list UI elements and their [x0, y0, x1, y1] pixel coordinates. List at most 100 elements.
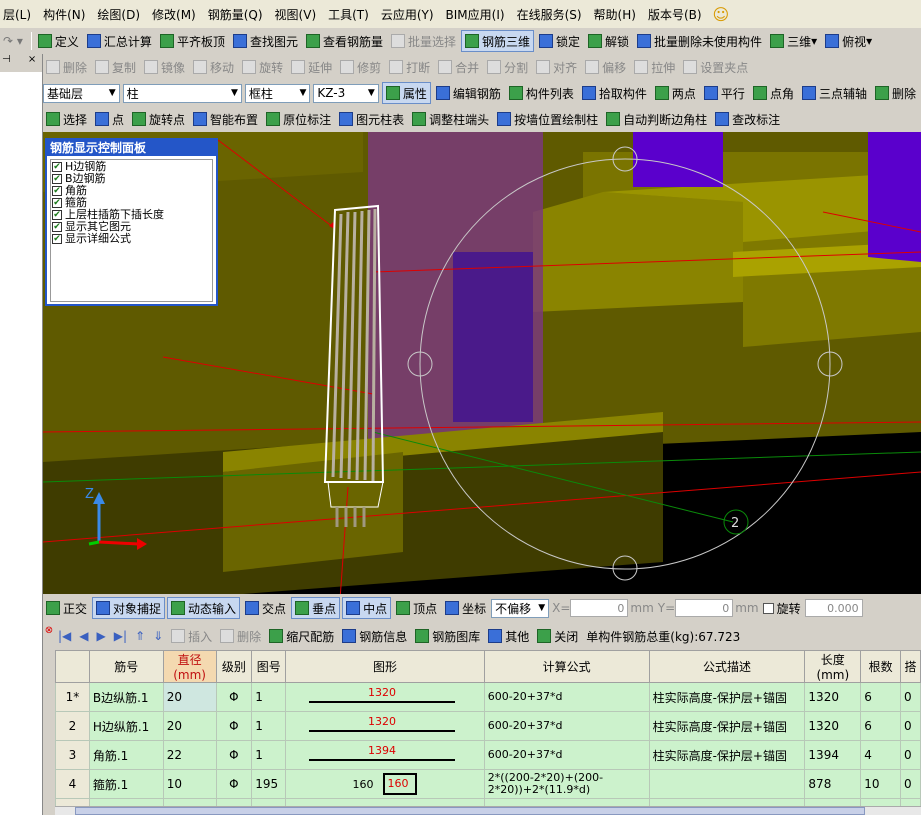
- column-header[interactable]: 图号: [251, 650, 287, 683]
- draw-button[interactable]: 选择: [43, 108, 90, 130]
- checkbox[interactable]: ✔: [52, 186, 62, 196]
- menu-item[interactable]: 绘图(D): [94, 3, 143, 25]
- component-button[interactable]: 属性: [381, 82, 431, 104]
- table-row[interactable]: 2 H边纵筋.1 20 Φ 1 1320 600-20+37*d 柱实际高度-保护层+锚固 13…: [55, 711, 921, 741]
- cell-grade[interactable]: Φ: [215, 682, 253, 712]
- edit-button[interactable]: 拉伸: [631, 56, 678, 78]
- menu-item[interactable]: 在线服务(S): [514, 3, 585, 25]
- cell-bar-name[interactable]: B边纵筋.1: [88, 682, 164, 712]
- checkbox[interactable]: ✔: [52, 234, 62, 244]
- menu-item[interactable]: 工具(T): [325, 3, 372, 25]
- cell-figure-no[interactable]: 1: [251, 711, 287, 741]
- cell-description[interactable]: [648, 769, 806, 799]
- column-header[interactable]: 筋号: [88, 650, 164, 683]
- edit-button[interactable]: 合并: [435, 56, 482, 78]
- component-button[interactable]: 平行: [701, 82, 748, 104]
- cell-grade[interactable]: Φ: [215, 740, 253, 770]
- snap-button[interactable]: 动态输入: [167, 597, 241, 619]
- column-header[interactable]: 搭: [900, 650, 921, 683]
- down-record-icon[interactable]: ⇓: [150, 625, 166, 647]
- edit-button[interactable]: 分割: [484, 56, 531, 78]
- edit-button[interactable]: 移动: [190, 56, 237, 78]
- component-button[interactable]: 编辑钢筋: [433, 82, 504, 104]
- cell-lap[interactable]: 0: [900, 711, 921, 741]
- category-select[interactable]: 柱 ▼: [122, 83, 242, 103]
- menu-item[interactable]: 层(L): [0, 3, 34, 25]
- draw-button[interactable]: 旋转点: [129, 108, 188, 130]
- draw-button[interactable]: 自动判断边角柱: [603, 108, 710, 130]
- cell-figure-no[interactable]: 195: [251, 769, 287, 799]
- column-header[interactable]: [55, 650, 90, 683]
- rotate-input[interactable]: 0.000: [804, 599, 863, 617]
- toolbar-button-unlock[interactable]: 解锁: [585, 30, 632, 52]
- toolbar-button-rebar-3d[interactable]: 钢筋三维: [461, 30, 535, 52]
- cell-length[interactable]: 1394: [804, 740, 862, 770]
- checkbox[interactable]: ✔: [52, 222, 62, 232]
- grid-button[interactable]: 关闭: [534, 625, 581, 647]
- offset-mode-select[interactable]: 不偏移 ▼: [491, 598, 550, 618]
- cell-figure-no[interactable]: 1: [251, 682, 287, 712]
- grid-button[interactable]: 钢筋信息: [339, 625, 410, 647]
- redo-icon[interactable]: ↷ ▾: [0, 30, 26, 52]
- scrollbar-thumb[interactable]: [75, 807, 865, 815]
- checkbox[interactable]: ✔: [52, 174, 62, 184]
- column-header[interactable]: 公式描述: [648, 650, 806, 683]
- edit-button[interactable]: 延伸: [288, 56, 335, 78]
- cell-count[interactable]: 6: [860, 711, 901, 741]
- edit-button[interactable]: 对齐: [533, 56, 580, 78]
- cell-shape[interactable]: 160 160: [285, 769, 485, 799]
- panel-option[interactable]: ✔ 显示详细公式: [52, 233, 211, 245]
- snap-button[interactable]: 顶点: [393, 597, 440, 619]
- grid-button[interactable]: 插入: [168, 625, 215, 647]
- row-number[interactable]: 3: [55, 740, 90, 770]
- menu-item[interactable]: 构件(N): [40, 3, 88, 25]
- draw-button[interactable]: 点: [92, 108, 127, 130]
- cell-formula[interactable]: 600-20+37*d: [483, 740, 650, 770]
- edit-button[interactable]: 镜像: [141, 56, 188, 78]
- column-header[interactable]: 图形: [285, 650, 485, 683]
- edit-button[interactable]: 删除: [43, 56, 90, 78]
- cell-count[interactable]: 10: [860, 769, 901, 799]
- cell-grade[interactable]: Φ: [215, 769, 253, 799]
- column-header[interactable]: 根数: [860, 650, 901, 683]
- cell-diameter[interactable]: 10: [162, 769, 217, 799]
- checkbox[interactable]: ✔: [52, 162, 62, 172]
- draw-button[interactable]: 按墙位置绘制柱: [494, 108, 601, 130]
- cell-diameter[interactable]: 20: [162, 711, 217, 741]
- edit-button[interactable]: 设置夹点: [680, 56, 751, 78]
- toolbar-button-batch-select[interactable]: 批量选择: [388, 30, 459, 52]
- cell-formula[interactable]: 600-20+37*d: [483, 682, 650, 712]
- cell-shape[interactable]: 1320: [285, 711, 485, 741]
- assistant-icon[interactable]: ☺: [713, 5, 730, 24]
- column-header[interactable]: 长度(mm): [804, 650, 862, 683]
- cell-shape[interactable]: 1320: [285, 682, 485, 712]
- snap-button[interactable]: 坐标: [442, 597, 489, 619]
- snap-button[interactable]: 垂点: [291, 597, 341, 619]
- cell-bar-name[interactable]: 箍筋.1: [88, 769, 164, 799]
- close-icon[interactable]: ×: [28, 54, 36, 65]
- cell-bar-name[interactable]: 角筋.1: [88, 740, 164, 770]
- draw-button[interactable]: 图元柱表: [336, 108, 407, 130]
- component-button[interactable]: 构件列表: [506, 82, 577, 104]
- toolbar-button-lock[interactable]: 锁定: [536, 30, 583, 52]
- toolbar-button-binoculars[interactable]: 查找图元: [230, 30, 301, 52]
- table-row[interactable]: 1* B边纵筋.1 20 Φ 1 1320 600-20+37*d 柱实际高度-保护层+锚固 1…: [55, 682, 921, 712]
- checkbox[interactable]: ✔: [52, 198, 62, 208]
- draw-button[interactable]: 智能布置: [190, 108, 261, 130]
- cell-lap[interactable]: 0: [900, 740, 921, 770]
- toolbar-button-top-view[interactable]: 俯视 ▾: [822, 30, 875, 52]
- edit-button[interactable]: 复制: [92, 56, 139, 78]
- cell-length[interactable]: 1320: [804, 711, 862, 741]
- type-select[interactable]: 框柱 ▼: [244, 83, 311, 103]
- row-number[interactable]: 2: [55, 711, 90, 741]
- cell-formula[interactable]: 2*((200-2*20)+(200-2*20))+2*(11.9*d): [483, 769, 650, 799]
- toolbar-button-align-slab[interactable]: 平齐板顶: [157, 30, 228, 52]
- cell-bar-name[interactable]: H边纵筋.1: [88, 711, 164, 741]
- grid-button[interactable]: 其他: [485, 625, 532, 647]
- component-button[interactable]: 点角: [750, 82, 797, 104]
- prev-record-icon[interactable]: ◀: [76, 625, 91, 647]
- cell-description[interactable]: 柱实际高度-保护层+锚固: [648, 711, 806, 741]
- menu-item[interactable]: 视图(V): [272, 3, 320, 25]
- toolbar-button-define[interactable]: 定义: [35, 30, 82, 52]
- component-select[interactable]: KZ-3 ▼: [313, 83, 379, 103]
